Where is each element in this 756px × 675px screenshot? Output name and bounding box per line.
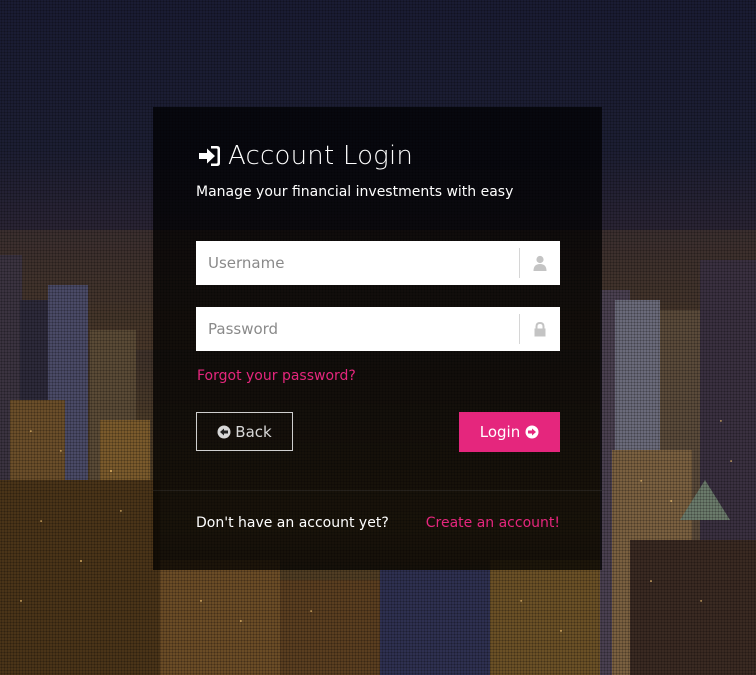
page-title: Account Login [228, 141, 414, 171]
login-button[interactable]: Login [459, 412, 560, 452]
lock-icon [519, 314, 560, 344]
circle-arrow-left-icon [217, 425, 231, 439]
back-button[interactable]: Back [196, 412, 293, 451]
title-row: Account Login [196, 141, 413, 171]
subtitle: Manage your financial investments with e… [196, 184, 514, 200]
password-input[interactable] [196, 308, 519, 350]
login-panel: Account Login Manage your financial inve… [153, 107, 602, 570]
circle-arrow-right-icon [525, 425, 539, 439]
user-icon [519, 248, 560, 278]
login-button-label: Login [479, 423, 521, 441]
create-account-link[interactable]: Create an account! [426, 515, 560, 531]
sign-in-icon [196, 143, 222, 169]
no-account-text: Don't have an account yet? [196, 515, 389, 531]
divider [153, 490, 602, 491]
forgot-password-link[interactable]: Forgot your password? [197, 368, 356, 384]
back-button-label: Back [235, 422, 272, 441]
username-field [196, 241, 560, 285]
username-input[interactable] [196, 242, 519, 284]
password-field [196, 307, 560, 351]
